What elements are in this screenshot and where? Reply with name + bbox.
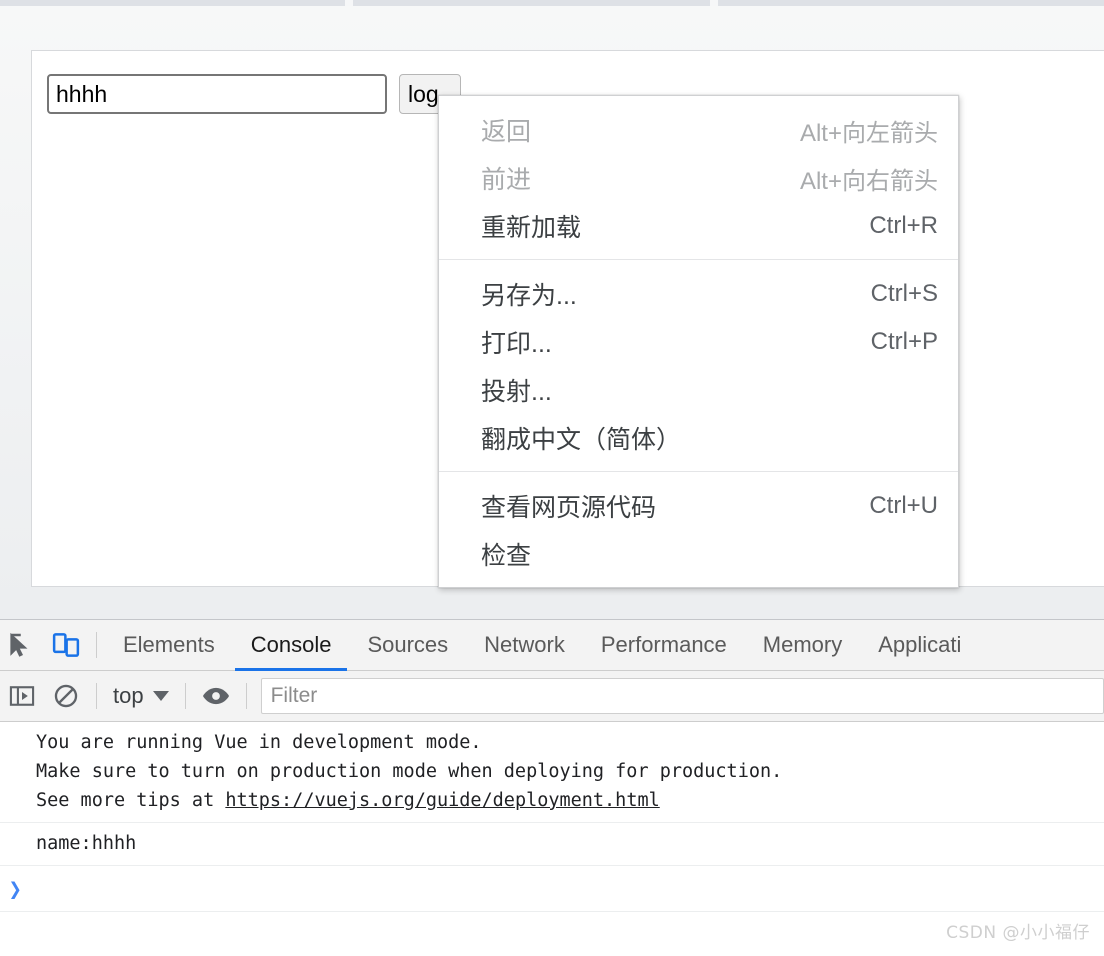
tab-network[interactable]: Network [466,620,583,671]
tab-label: Performance [600,632,727,657]
console-message-link[interactable]: https://vuejs.org/guide/deployment.html [225,790,659,811]
context-menu-separator [439,471,958,472]
context-menu-item-back[interactable]: 返回 Alt+向左箭头 [439,106,958,154]
execution-context-label: top [113,683,144,708]
context-menu[interactable]: 返回 Alt+向左箭头 前进 Alt+向右箭头 重新加载 Ctrl+R 另存为.… [438,95,959,588]
context-menu-item-shortcut: Ctrl+P [870,328,938,355]
tab-label: Memory [762,632,843,657]
console-message-line: See more tips at [36,790,226,811]
context-menu-item-label: 打印... [481,330,552,358]
console-message-line: name:hhhh [36,833,137,854]
context-menu-item-label: 查看网页源代码 [481,494,657,522]
context-menu-item-shortcut: Ctrl+U [869,492,938,519]
context-menu-item-label: 检查 [481,542,532,570]
toolbar-divider [184,683,186,709]
name-input[interactable] [47,74,387,114]
context-menu-item-label: 返回 [481,118,532,146]
live-expression-icon[interactable] [194,674,238,718]
screenshot-root: log 返回 Alt+向左箭头 前进 Alt+向右箭头 重新加载 Ctrl+R … [0,0,1104,956]
console-filter-input[interactable] [260,678,1104,714]
context-menu-item-shortcut: Ctrl+S [870,280,938,307]
console-message-line: Make sure to turn on production mode whe… [36,761,783,782]
tab-memory[interactable]: Memory [745,620,860,671]
context-menu-item-label: 翻成中文（简体） [481,426,682,454]
tab-label: Sources [367,632,449,657]
context-menu-item-shortcut: Alt+向左箭头 [799,119,938,147]
inspect-element-icon[interactable] [0,623,44,667]
console-message-vue-devmode: You are running Vue in development mode.… [0,722,1104,823]
toolbar-divider [96,683,97,709]
tab-label: Console [250,632,332,657]
clear-console-icon[interactable] [44,674,88,718]
context-menu-item-label: 重新加载 [481,214,582,242]
context-menu-item-label: 投射... [481,378,552,406]
tab-application[interactable]: Applicati [860,620,979,671]
tab-sources[interactable]: Sources [349,620,466,671]
context-menu-item-save-as[interactable]: 另存为... Ctrl+S [439,270,958,318]
context-menu-item-label: 另存为... [481,282,577,310]
tab-console[interactable]: Console [233,620,350,671]
device-toolbar-icon[interactable] [44,623,88,667]
tab-label: Elements [123,632,215,657]
tab-elements[interactable]: Elements [105,620,233,671]
console-output[interactable]: You are running Vue in development mode.… [0,722,1104,956]
chevron-down-icon [152,691,169,701]
context-menu-item-label: 前进 [481,166,532,194]
devtools-panel: Elements Console Sources Network Perform… [0,619,1104,956]
tab-label: Network [484,632,565,657]
context-menu-item-shortcut: Alt+向右箭头 [799,167,938,195]
tab-label: Applicati [878,632,962,657]
console-message-name-log: name:hhhh [0,823,1104,866]
console-message-line: You are running Vue in development mode. [36,732,482,753]
context-menu-item-reload[interactable]: 重新加载 Ctrl+R [439,202,958,250]
prompt-caret-icon: ❯ [8,874,22,903]
context-menu-item-inspect[interactable]: 检查 [439,530,958,578]
context-menu-item-shortcut: Ctrl+R [869,212,938,239]
context-menu-item-translate[interactable]: 翻成中文（简体） [439,414,958,462]
execution-context-selector[interactable]: top [105,683,177,709]
console-sidebar-icon[interactable] [0,674,44,718]
context-menu-item-cast[interactable]: 投射... [439,366,958,414]
context-menu-item-view-source[interactable]: 查看网页源代码 Ctrl+U [439,482,958,530]
console-toolbar: top [0,671,1104,722]
tab-performance[interactable]: Performance [583,620,745,671]
toolbar-divider [96,632,97,658]
console-prompt-row[interactable]: ❯ [0,866,1104,912]
toolbar-divider [245,683,247,709]
watermark: CSDN @小小福仔 [946,923,1090,943]
context-menu-item-forward[interactable]: 前进 Alt+向右箭头 [439,154,958,202]
devtools-tabbar: Elements Console Sources Network Perform… [0,620,1104,671]
context-menu-item-print[interactable]: 打印... Ctrl+P [439,318,958,366]
context-menu-separator [439,259,958,260]
browser-viewport: log 返回 Alt+向左箭头 前进 Alt+向右箭头 重新加载 Ctrl+R … [0,6,1104,619]
